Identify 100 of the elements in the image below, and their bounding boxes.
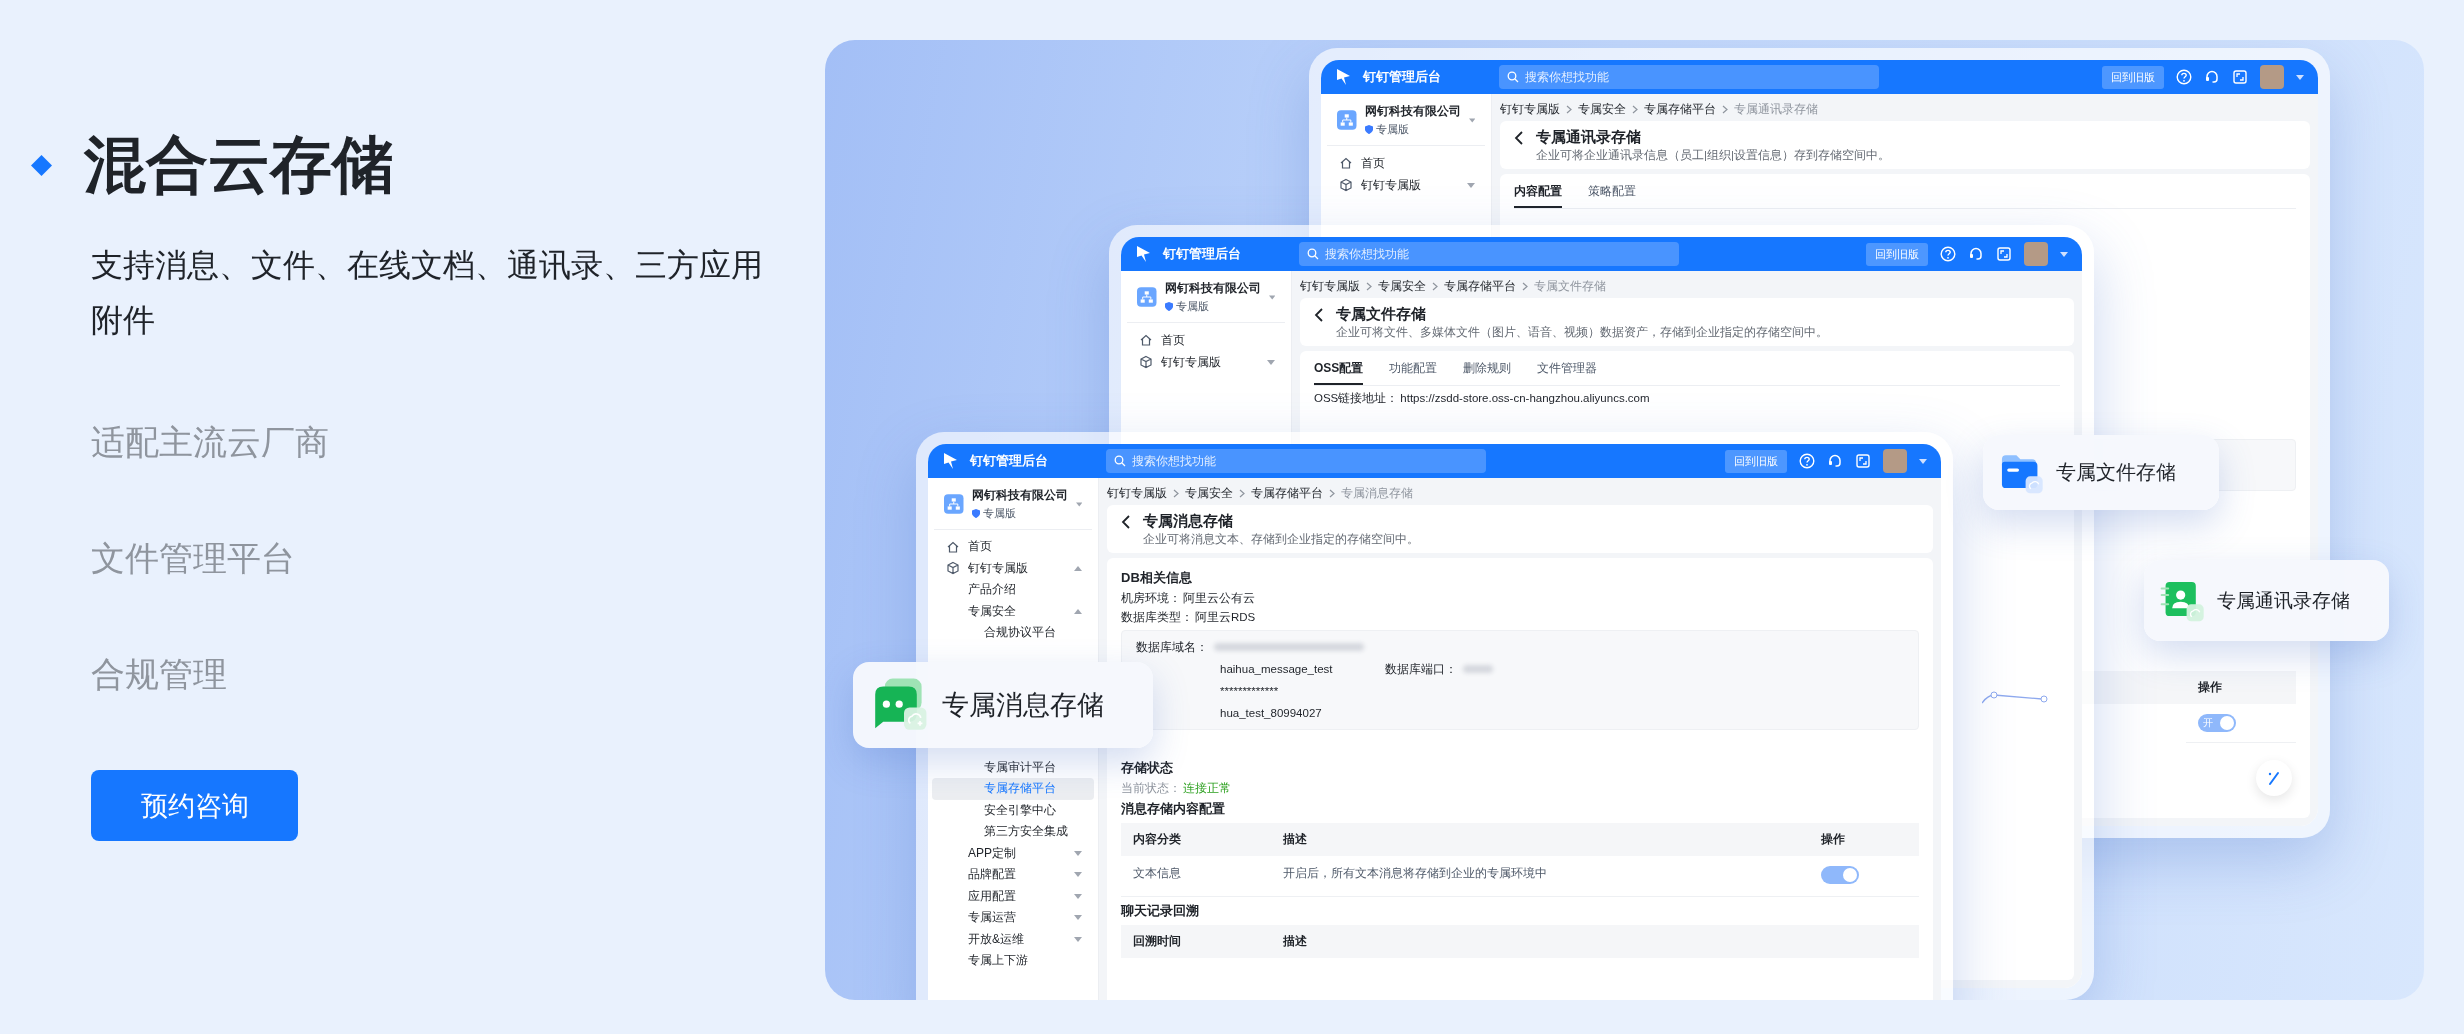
search-icon — [1307, 248, 1319, 260]
back-icon[interactable] — [1314, 308, 1324, 322]
status-text: 连接正常 — [1183, 781, 1231, 795]
menu-item[interactable]: 安全引擎中心 — [932, 799, 1094, 821]
page-description: 企业可将企业通讯录信息（员工|组织|设置信息）存到存储空间中。 — [1536, 148, 1890, 162]
consult-button[interactable]: 预约咨询 — [91, 770, 298, 841]
chevron-right-icon — [1173, 488, 1179, 498]
breadcrumb-link[interactable]: 钉钉专属版 — [1300, 279, 1360, 293]
headset-icon[interactable] — [2204, 69, 2220, 85]
breadcrumb-link[interactable]: 钉钉专属版 — [1107, 486, 1167, 500]
caret-down-icon — [1919, 458, 1927, 464]
breadcrumb-current: 专属通讯录存储 — [1734, 102, 1818, 116]
chevron-right-icon — [1432, 281, 1438, 291]
tab[interactable]: 文件管理器 — [1537, 357, 1598, 385]
chevron-right-icon — [1632, 104, 1638, 114]
magic-wand-icon — [2266, 770, 2282, 786]
menu-item[interactable]: 首页 — [1125, 329, 1287, 351]
nav-item[interactable]: 混合云存储 — [84, 126, 394, 204]
menu-item[interactable]: 专属审计平台 — [932, 756, 1094, 778]
column-header: 操作 — [2186, 671, 2296, 704]
field-value: hua_test_80994027 — [1220, 707, 1322, 719]
tab[interactable]: 删除规则 — [1463, 357, 1512, 385]
page-title: 专属通讯录存储 — [1536, 128, 1641, 145]
shield-icon — [1164, 302, 1173, 311]
caret-down-icon — [2296, 74, 2304, 80]
field-value: haihua_message_test — [1220, 663, 1333, 675]
tab[interactable]: 策略配置 — [1588, 180, 1636, 208]
app-title: 钉钉管理后台 — [1363, 68, 1442, 86]
section-heading: DB相关信息 — [1121, 570, 1192, 586]
menu-item[interactable]: 钉钉专属版 — [1125, 351, 1287, 373]
chevron-right-icon — [1239, 488, 1245, 498]
menu-item[interactable]: 首页 — [932, 536, 1094, 558]
expand-icon[interactable] — [2232, 69, 2248, 85]
edition-label: 专属版 — [982, 506, 1016, 521]
menu-item[interactable]: 品牌配置 — [932, 864, 1094, 886]
expand-icon[interactable] — [1996, 246, 2012, 262]
breadcrumb-current: 专属消息存储 — [1341, 486, 1413, 500]
tab[interactable]: 功能配置 — [1389, 357, 1438, 385]
feature-description: 支持消息、文件、在线文档、通讯录、三方应用附件 — [91, 246, 764, 340]
shield-icon — [1364, 125, 1373, 134]
section-heading: 聊天记录回溯 — [1121, 903, 1199, 919]
column-header: 内容分类 — [1121, 823, 1271, 856]
breadcrumb-link[interactable]: 专属安全 — [1578, 102, 1626, 116]
caret-down-icon — [2060, 251, 2068, 257]
field-label: 数据库类型： — [1121, 610, 1193, 624]
breadcrumb-link[interactable]: 专属存储平台 — [1251, 486, 1323, 500]
edition-label: 专属版 — [1375, 122, 1409, 137]
help-icon[interactable] — [1940, 246, 1956, 262]
breadcrumb-link[interactable]: 专属安全 — [1185, 486, 1233, 500]
menu-item[interactable]: 专属安全 — [932, 600, 1094, 622]
cube-icon — [946, 561, 960, 576]
logo-icon — [1335, 68, 1351, 86]
back-icon[interactable] — [1121, 515, 1131, 529]
menu-item[interactable]: 钉钉专属版 — [1325, 174, 1487, 196]
edition-label: 专属版 — [1175, 299, 1209, 314]
home-icon — [1139, 333, 1153, 347]
caret-down-icon — [1075, 501, 1082, 507]
menu-item[interactable]: APP定制 — [932, 842, 1094, 864]
menu-item[interactable]: 钉钉专属版 — [932, 557, 1094, 579]
page-description: 企业可将文件、多媒体文件（图片、语音、视频）数据资产，存储到企业指定的存储空间中。 — [1336, 325, 1828, 339]
field-value: https://zsdd-store.oss-cn-hangzhou.aliyuncs.com — [1400, 391, 1650, 405]
chevron-right-icon — [1366, 281, 1372, 291]
help-icon[interactable] — [2176, 69, 2192, 85]
column-header: 描述 — [1271, 823, 1809, 856]
shield-icon — [971, 509, 980, 518]
chevron-right-icon — [1522, 281, 1528, 291]
menu-item[interactable]: 应用配置 — [932, 885, 1094, 907]
menu-item[interactable]: 开放&运维 — [932, 928, 1094, 950]
back-icon[interactable] — [1514, 131, 1524, 145]
column-header: 回溯时间 — [1121, 925, 1271, 958]
menu-item[interactable]: 专属上下游 — [932, 950, 1094, 972]
logo-icon — [942, 452, 958, 470]
toggle-switch[interactable] — [1821, 866, 1859, 884]
card-title: 专属通讯录存储 — [2217, 588, 2350, 613]
cube-icon — [1339, 178, 1353, 192]
menu-item[interactable]: 专属运营 — [932, 907, 1094, 929]
menu-item[interactable]: 第三方安全集成 — [932, 821, 1094, 843]
column-header: 操作 — [1809, 823, 1919, 856]
breadcrumb-link[interactable]: 钉钉专属版 — [1500, 102, 1560, 116]
table-cell: 文本信息 — [1121, 856, 1271, 897]
headset-icon[interactable] — [1968, 246, 1984, 262]
company-name: 网钉科技有限公司 — [971, 487, 1068, 504]
breadcrumb-link[interactable]: 专属存储平台 — [1644, 102, 1716, 116]
logo-icon — [1135, 245, 1151, 263]
search-icon — [1114, 455, 1126, 467]
home-icon — [1339, 156, 1353, 170]
breadcrumb-link[interactable]: 专属存储平台 — [1444, 279, 1516, 293]
menu-item[interactable]: 首页 — [1325, 152, 1487, 174]
menu-item[interactable]: 合规协议平台 — [932, 622, 1094, 644]
tab[interactable]: OSS配置 — [1314, 357, 1364, 385]
menu-item[interactable]: 专属存储平台 — [932, 778, 1094, 800]
menu-item[interactable]: 产品介绍 — [932, 579, 1094, 601]
breadcrumb-link[interactable]: 专属安全 — [1378, 279, 1426, 293]
expand-icon[interactable] — [1855, 453, 1871, 469]
headset-icon[interactable] — [1827, 453, 1843, 469]
help-icon[interactable] — [1799, 453, 1815, 469]
caret-down-icon — [1468, 117, 1475, 123]
chat-bubble-icon — [872, 677, 928, 733]
field-value: 阿里云RDS — [1195, 610, 1256, 624]
tab[interactable]: 内容配置 — [1514, 180, 1562, 208]
